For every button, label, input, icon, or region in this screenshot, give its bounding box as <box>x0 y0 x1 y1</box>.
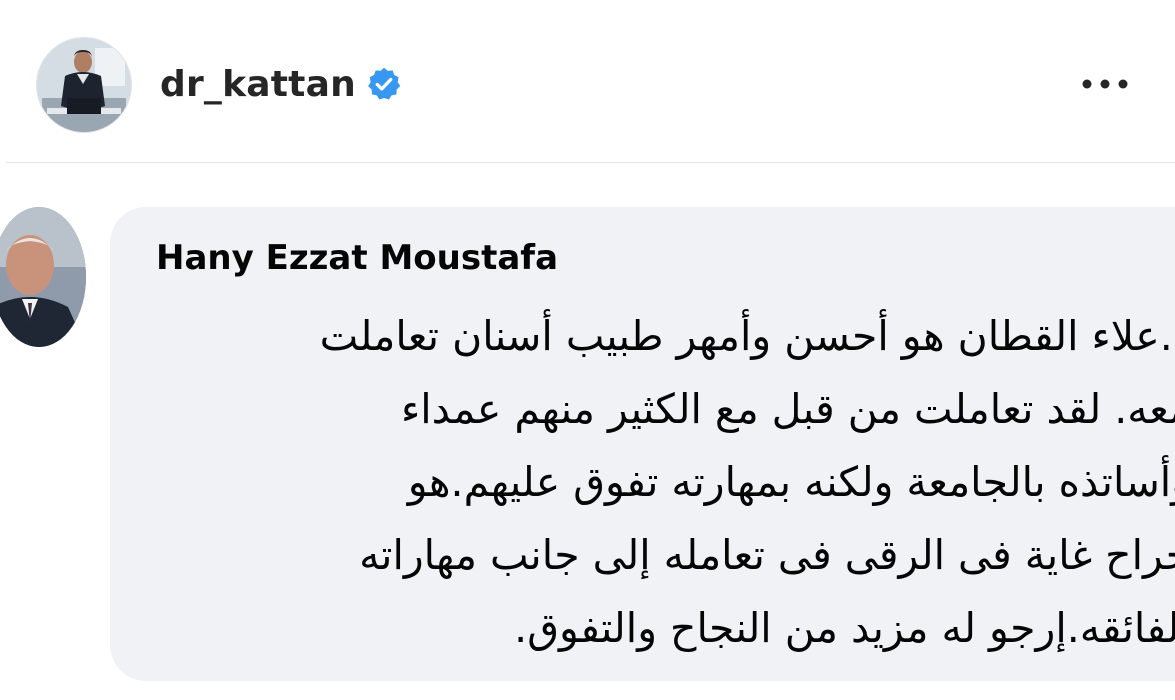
comment-screen: dr_kattan Hany Ezzat Moustafa د.علاء الق… <box>0 0 1175 700</box>
comment-line: الفائقه.إرجو له مزيد من النجاح والتفوق. <box>514 604 1175 652</box>
username-row: dr_kattan <box>160 56 402 112</box>
header-divider <box>6 162 1175 163</box>
comment-line: معه. لقد تعاملت من قبل مع الكثير منهم عم… <box>401 385 1175 433</box>
more-options-button[interactable] <box>1077 62 1133 106</box>
comment-line: وأساتذه بالجامعة ولكنه بمهارته تفوق عليه… <box>407 458 1175 506</box>
post-header: dr_kattan <box>0 0 1175 162</box>
profile-avatar[interactable] <box>37 38 131 132</box>
comment-text: د.علاء القطان هو أحسن وأمهر طبيب أسنان ت… <box>131 300 1175 665</box>
more-options-icon <box>1082 79 1128 89</box>
comment-author[interactable]: Hany Ezzat Moustafa <box>156 238 558 278</box>
comment-line: د.علاء القطان هو أحسن وأمهر طبيب أسنان ت… <box>319 312 1175 360</box>
comment-line: جراح غاية فى الرقى فى تعامله إلى جانب مه… <box>359 531 1175 579</box>
username[interactable]: dr_kattan <box>160 64 356 105</box>
profile-photo <box>37 38 131 132</box>
commenter-photo <box>0 207 86 347</box>
verified-badge-icon <box>366 66 402 102</box>
commenter-avatar[interactable] <box>0 207 86 347</box>
